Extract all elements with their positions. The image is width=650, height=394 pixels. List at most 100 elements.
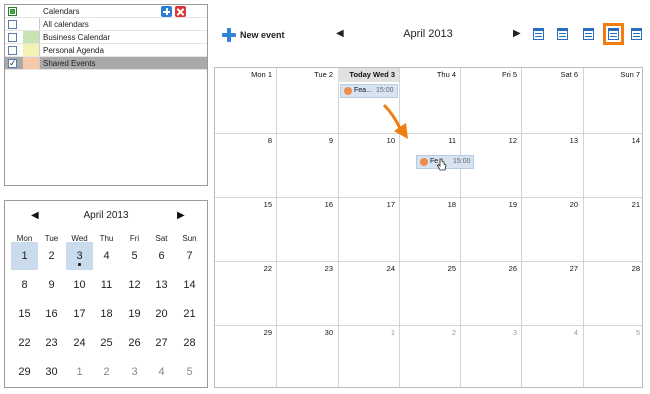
day-cell[interactable]: 21 <box>583 197 642 261</box>
calendar-item[interactable]: Shared Events <box>5 57 207 71</box>
day-cell[interactable]: 30 <box>276 325 337 387</box>
day-cell[interactable]: 26 <box>460 261 521 325</box>
mini-day-cell[interactable]: 5 <box>121 242 148 270</box>
day-cell[interactable]: 4 <box>521 325 582 387</box>
mini-next-month-button[interactable]: ▶ <box>177 210 185 221</box>
mini-day-cell[interactable]: 1 <box>66 358 93 386</box>
day-cell[interactable]: 24 <box>338 261 399 325</box>
calendar-checkbox[interactable] <box>8 33 17 42</box>
mini-day-cell[interactable]: 18 <box>93 300 120 328</box>
mini-day-cell[interactable]: 4 <box>148 358 175 386</box>
mini-day-cell[interactable]: 22 <box>11 329 38 357</box>
new-event-button[interactable]: New event <box>222 27 285 43</box>
delete-calendar-icon[interactable] <box>175 6 186 17</box>
today-day-header[interactable]: Today Wed 3 <box>338 68 399 82</box>
mini-day-cell[interactable]: 23 <box>38 329 65 357</box>
calendar-item[interactable]: All calendars <box>5 18 207 31</box>
mini-day-cell[interactable]: 4 <box>93 242 120 270</box>
day-cell[interactable]: 25 <box>399 261 460 325</box>
day-cell[interactable]: 20 <box>521 197 582 261</box>
calendar-checkbox[interactable] <box>8 20 17 29</box>
event-item[interactable]: Fea... 15:00 <box>340 84 398 98</box>
prev-month-button[interactable]: ◀ <box>336 28 344 39</box>
day-cell[interactable]: 27 <box>521 261 582 325</box>
day-cell[interactable]: 19 <box>460 197 521 261</box>
day-cell[interactable]: 14 <box>583 133 642 197</box>
mini-day-cell[interactable]: 13 <box>148 271 175 299</box>
mini-day-cell[interactable]: 14 <box>176 271 203 299</box>
day-cell[interactable]: 28 <box>583 261 642 325</box>
day-cell[interactable]: 5 <box>583 325 642 387</box>
day-cell[interactable]: 17 <box>338 197 399 261</box>
calendar-checkbox[interactable] <box>8 58 17 71</box>
mini-day-cell[interactable]: 30 <box>38 358 65 386</box>
mini-day-cell[interactable]: 15 <box>11 300 38 328</box>
day-cell[interactable]: 8 <box>215 133 276 197</box>
mini-day-number: 2 <box>103 366 110 378</box>
mini-day-cell[interactable]: 27 <box>148 329 175 357</box>
day-header[interactable]: Mon 1 <box>215 68 276 82</box>
mini-day-cell[interactable]: 2 <box>93 358 120 386</box>
mini-day-number: 16 <box>45 308 58 320</box>
add-calendar-icon[interactable] <box>161 6 172 17</box>
mini-day-cell[interactable]: 11 <box>93 271 120 299</box>
mini-day-cell[interactable]: 16 <box>38 300 65 328</box>
mini-day-cell[interactable]: 19 <box>121 300 148 328</box>
mini-day-cell[interactable]: 25 <box>93 329 120 357</box>
multiweek-view-icon[interactable] <box>583 28 594 40</box>
day-cell[interactable]: 18 <box>399 197 460 261</box>
mini-day-cell[interactable]: 5 <box>176 358 203 386</box>
mini-day-number: 14 <box>183 279 196 291</box>
day-cell[interactable]: 2 <box>399 325 460 387</box>
mini-day-cell[interactable]: 1 <box>11 242 38 270</box>
day-cell[interactable]: 23 <box>276 261 337 325</box>
mini-day-cell[interactable]: 24 <box>66 329 93 357</box>
mini-day-cell[interactable]: 20 <box>148 300 175 328</box>
mini-day-number: 20 <box>155 308 168 320</box>
mini-day-cell[interactable]: 2 <box>38 242 65 270</box>
mini-day-cell[interactable]: 9 <box>38 271 65 299</box>
day-header[interactable]: Thu 4 <box>399 68 460 82</box>
day-header[interactable]: Sat 6 <box>521 68 582 82</box>
mini-day-number: 12 <box>128 279 141 291</box>
day-number: 12 <box>508 136 517 145</box>
day-cell[interactable]: 22 <box>215 261 276 325</box>
mini-day-cell[interactable]: 3 <box>66 242 93 270</box>
calendar-item[interactable]: Business Calendar <box>5 31 207 44</box>
mini-day-cell[interactable]: 3 <box>121 358 148 386</box>
day-number: 1 <box>390 328 395 337</box>
year-view-icon[interactable] <box>631 28 642 40</box>
select-all-checkbox[interactable] <box>8 7 17 16</box>
week-view-icon[interactable] <box>533 28 544 40</box>
mini-day-cell[interactable]: 17 <box>66 300 93 328</box>
day-number: 13 <box>569 136 578 145</box>
next-month-button[interactable]: ▶ <box>513 28 521 39</box>
mini-day-number: 4 <box>103 250 110 262</box>
day-cell[interactable]: 16 <box>276 197 337 261</box>
day-header[interactable]: Sun 7 <box>583 68 642 82</box>
day-cell[interactable]: 3 <box>460 325 521 387</box>
mini-day-cell[interactable]: 29 <box>11 358 38 386</box>
mini-day-cell[interactable]: 7 <box>176 242 203 270</box>
day-header[interactable]: Tue 2 <box>276 68 337 82</box>
calendar-checkbox[interactable] <box>8 46 17 55</box>
calendar-item[interactable]: Personal Agenda <box>5 44 207 57</box>
day-cell[interactable]: 29 <box>215 325 276 387</box>
day-cell[interactable]: 1 <box>338 325 399 387</box>
mini-day-number: 6 <box>158 250 165 262</box>
day-cell[interactable]: 15 <box>215 197 276 261</box>
day-cell[interactable]: 13 <box>521 133 582 197</box>
mini-day-cell[interactable]: 10 <box>66 271 93 299</box>
month-view-icon[interactable] <box>608 28 619 40</box>
mini-day-number: 25 <box>100 337 113 349</box>
mini-day-cell[interactable]: 8 <box>11 271 38 299</box>
workweek-view-icon[interactable] <box>557 28 568 40</box>
mini-day-cell[interactable]: 12 <box>121 271 148 299</box>
day-cell[interactable]: 9 <box>276 133 337 197</box>
mini-day-number: 2 <box>48 250 55 262</box>
mini-day-cell[interactable]: 28 <box>176 329 203 357</box>
mini-day-cell[interactable]: 26 <box>121 329 148 357</box>
day-header[interactable]: Fri 5 <box>460 68 521 82</box>
mini-day-cell[interactable]: 21 <box>176 300 203 328</box>
mini-day-cell[interactable]: 6 <box>148 242 175 270</box>
